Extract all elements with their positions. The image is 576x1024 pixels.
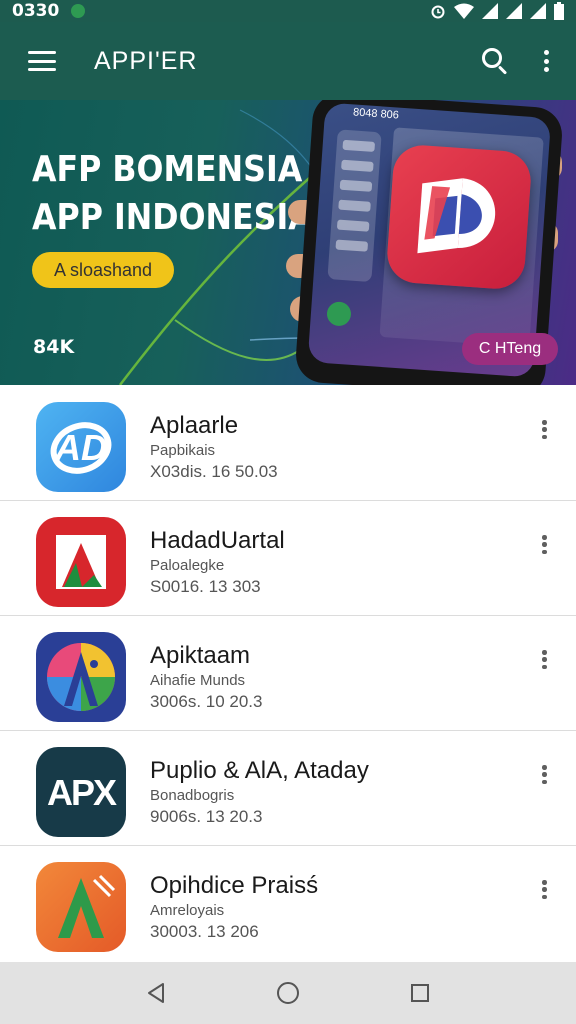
app-name: Apiktaam <box>150 642 251 669</box>
phone-call-icon <box>326 301 352 327</box>
signal-icon <box>506 3 522 19</box>
app-meta: 3006s. 10 20.3 <box>150 692 263 711</box>
app-name: Opihdice Praisś <box>150 872 319 899</box>
app-meta: S0016. 13 303 <box>150 577 261 596</box>
battery-icon <box>554 2 564 20</box>
system-nav-bar <box>0 962 576 1024</box>
status-time: 0330 <box>12 1 60 21</box>
app-name: Aplaarle <box>150 412 239 439</box>
signal-icon <box>530 3 546 19</box>
recents-icon[interactable] <box>400 973 440 1013</box>
more-vert-icon[interactable] <box>542 880 548 899</box>
more-vert-icon[interactable] <box>542 535 548 554</box>
phone-status-text: 8048 806 <box>352 106 400 122</box>
featured-app-logo-icon <box>385 143 533 291</box>
banner-cta-button[interactable]: A sloashand <box>32 252 174 288</box>
app-publisher: Bonadbogris <box>150 787 235 804</box>
more-vert-icon[interactable] <box>544 50 550 72</box>
app-bar: APPI'ER <box>0 22 576 100</box>
search-icon[interactable] <box>480 46 510 76</box>
apx-logo-icon: APX <box>36 747 126 837</box>
svg-text:APX: APX <box>47 772 117 813</box>
app-meta: X03dis. 16 50.03 <box>150 462 278 481</box>
app-publisher: Aihafie Munds <box>150 672 246 689</box>
notification-dot <box>71 4 86 18</box>
alarm-icon <box>431 5 445 19</box>
app-name: Puplio & AlA, Ataday <box>150 757 369 784</box>
banner-headline: AFP BOMENSIA APP INDONESIA <box>32 146 313 242</box>
list-item[interactable]: Apiktaam Aihafie Munds 3006s. 10 20.3 <box>0 616 576 731</box>
more-vert-icon[interactable] <box>542 420 548 439</box>
app-screen: 0330 APPI'ER AFP BOMENSIA APP INDONESIA <box>0 0 576 1024</box>
ad-logo-icon: AD <box>36 402 126 492</box>
app-publisher: Papbikais <box>150 442 216 459</box>
list-item[interactable]: APX Puplio & AlA, Ataday Bonadbogris 900… <box>0 731 576 846</box>
app-list: AD Aplaarle Papbikais X03dis. 16 50.03 H… <box>0 386 576 961</box>
status-icons <box>430 2 564 20</box>
list-item[interactable]: Opihdice Praisś Amreloyais 30003. 13 206 <box>0 846 576 961</box>
app-meta: 9006s. 13 20.3 <box>150 807 263 826</box>
more-vert-icon[interactable] <box>542 650 548 669</box>
app-name: HadadUartal <box>150 527 285 554</box>
wifi-icon <box>454 3 474 19</box>
signal-icon <box>482 3 498 19</box>
status-bar: 0330 <box>0 0 576 22</box>
more-vert-icon[interactable] <box>542 765 548 784</box>
app-title: APPI'ER <box>94 46 198 75</box>
list-item[interactable]: HadadUartal Paloalegke S0016. 13 303 <box>0 501 576 616</box>
banner-headline-line2: APP INDONESIA <box>32 197 313 238</box>
a-logo-icon <box>36 517 126 607</box>
banner-headline-line1: AFP BOMENSIA <box>32 149 303 190</box>
phone-side-panel <box>327 129 382 283</box>
list-item[interactable]: AD Aplaarle Papbikais X03dis. 16 50.03 <box>0 386 576 501</box>
menu-icon[interactable] <box>28 51 56 71</box>
featured-banner[interactable]: AFP BOMENSIA APP INDONESIA A sloashand 8… <box>0 100 576 385</box>
app-publisher: Paloalegke <box>150 557 225 574</box>
app-publisher: Amreloyais <box>150 902 225 919</box>
svg-text:AD: AD <box>54 427 107 468</box>
banner-badge[interactable]: C HTeng <box>462 333 558 365</box>
banner-count: 84K <box>33 336 75 358</box>
app-meta: 30003. 13 206 <box>150 922 259 941</box>
a-palette-icon <box>36 632 126 722</box>
home-icon[interactable] <box>268 973 308 1013</box>
back-icon[interactable] <box>136 973 176 1013</box>
a-orange-logo-icon <box>36 862 126 952</box>
